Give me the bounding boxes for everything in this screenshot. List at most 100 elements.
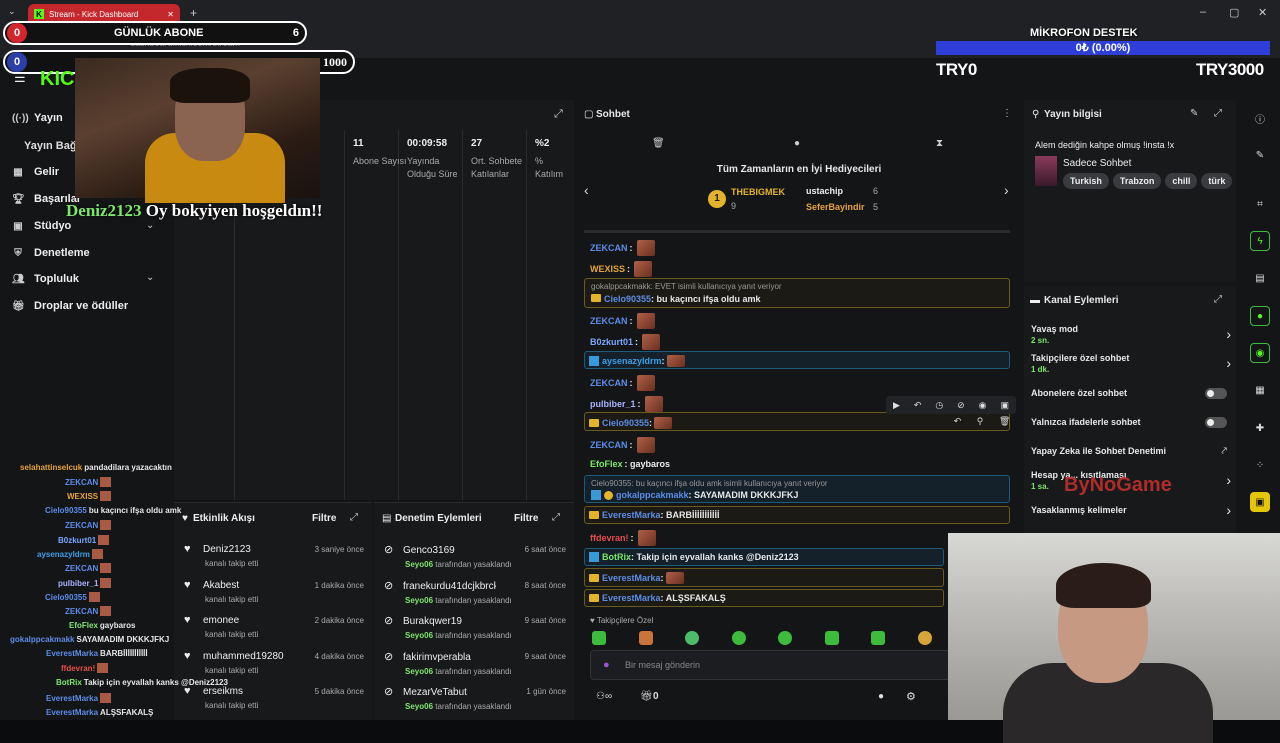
tag-chip[interactable]: Trabzon [1112,173,1162,189]
chat-message-highlight[interactable]: aysenazyldrm: [584,351,1010,369]
emote-icon[interactable] [871,631,886,645]
sidebar-item-yayin[interactable]: ((·)) Yayın [12,112,63,124]
chat-more-icon[interactable]: ⋮ [1002,108,1012,119]
sidebar-item-studyo[interactable]: ▣ Stüdyo [12,220,71,232]
emote-icon[interactable] [638,631,653,645]
sidebar-item-yayin-bag[interactable]: Yayın Bağ [24,140,77,152]
chat-message[interactable]: WEXISS: [590,261,653,277]
chat-message[interactable]: pulbiber_1: [590,396,663,412]
notes-icon[interactable]: ▤ [1250,268,1270,288]
gift-icon[interactable]: 🎁︎ [640,691,653,702]
undo-icon[interactable]: ↶ [914,400,922,411]
activity-row: ♥ Deniz2123 kanalı takip etti 3 saniye önce [184,543,364,568]
delete-icon[interactable]: 🗑︎ [999,416,1010,427]
trash-icon[interactable]: 🗑︎ [652,138,665,149]
chat-settings-bubble-icon[interactable]: ● [878,691,884,702]
info-icon[interactable]: ⓘ [1250,108,1270,128]
chat-message-highlight[interactable]: EverestMarka: ALŞSFAKALŞ [584,589,944,607]
chat-input[interactable]: ● Bir mesaj gönderin [590,650,950,680]
ban-user-icon[interactable]: ⊘ [957,400,965,411]
vip-icon[interactable]: ◉ [979,400,987,411]
slow-mode-row[interactable]: Yavaş mod 2 sn. › [1031,324,1231,345]
banned-words-row[interactable]: Yasaklanmış kelimeler › [1031,502,1231,518]
mic-icon[interactable]: ● [603,659,610,671]
chat-message[interactable]: ZEKCAN: [590,437,655,453]
pin-icon[interactable]: ⚲ [977,416,984,427]
tab-list-icon[interactable]: ⌄ [8,6,16,17]
broadcast-toggle-icon[interactable]: ◉ [1250,343,1270,363]
sidebar-item-topluluk[interactable]: 👥︎ Topluluk [12,273,79,285]
category-thumbnail[interactable] [1035,156,1057,186]
settings-icon[interactable]: ⚙ [906,690,916,703]
lightning-icon[interactable]: ϟ [1250,231,1270,251]
overlay-chat-line: aysenazyldrm [37,549,103,559]
emote-icon[interactable] [917,631,932,645]
sidebar-item-denetleme[interactable]: ⛨ Denetleme [12,247,89,259]
chat-toggle-icon[interactable]: ● [1250,306,1270,326]
menu-icon[interactable]: ☰ [14,70,26,86]
vip-badge-icon [589,552,599,562]
community-chevron-icon[interactable]: ⌄ [146,272,154,283]
followers-only-row[interactable]: Takipçilere özel sohbet 1 dk. › [1031,353,1231,374]
close-window-icon[interactable]: ✕ [1258,6,1267,19]
chat-message[interactable]: EfoFlex: gaybaros [590,459,670,469]
tag-chip[interactable]: türk [1201,173,1233,189]
maximize-icon[interactable]: ▢ [1229,6,1239,19]
activity-filter[interactable]: Filtre [312,513,336,524]
emote-only-toggle[interactable] [1205,417,1227,428]
sidebar-item-gelir[interactable]: ▦ Gelir [12,166,59,178]
stream-category[interactable]: Sadece Sohbet [1063,158,1131,169]
activity-popout-icon[interactable]: ⤢ [350,512,358,523]
viewers-icon[interactable]: ⚇∞ [596,691,612,702]
studio-chevron-icon[interactable]: ⌄ [146,220,154,231]
chat-message[interactable]: B0zkurt01: [590,334,661,350]
emote-icon[interactable] [731,631,746,645]
emote-only-row[interactable]: Yalnızca ifadelerle sohbet [1031,417,1231,428]
channel-actions-popout-icon[interactable]: ⤢ [1214,294,1222,305]
chat-message[interactable]: ZEKCAN: [590,240,655,256]
mod-icon[interactable]: ▣ [1000,400,1009,411]
emote-icon[interactable] [685,631,700,645]
subs-only-row[interactable]: Abonelere özel sohbet [1031,388,1231,399]
layout-icon[interactable]: ▦ [1250,380,1270,400]
emote-icon[interactable] [824,631,839,645]
timeout-icon[interactable]: ◷ [935,400,943,411]
tag-chip[interactable]: Turkish [1063,173,1109,189]
moderation-row: ⊘ Burakqwer19 Seyo06 tarafından yasaklandı… [384,615,566,640]
play-icon[interactable]: ▶ [893,400,900,411]
minimize-icon[interactable]: – [1200,6,1206,18]
moderation-filter[interactable]: Filtre [514,513,538,524]
chat-message-highlight[interactable]: EverestMarka: [584,568,944,587]
edit-icon[interactable]: ✎ [1190,108,1198,119]
ai-moderation-row[interactable]: Yapay Zeka ile Sohbet Denetimi ⤤ [1031,446,1231,457]
popout-icon[interactable]: ⤢ [554,108,563,121]
subscriber-badge-icon [589,594,599,602]
kick-logo[interactable]: KIC [40,68,74,91]
chat-message-highlight[interactable]: EverestMarka: BARBİİİİİİİİİİİ [584,506,1010,524]
pencil-icon[interactable]: ✎ [1250,145,1270,165]
chat-bot-message[interactable]: BotRix: Takip için eyvallah kanks @Deniz… [584,548,944,566]
subs-only-toggle[interactable] [1205,388,1227,399]
chat-message[interactable]: ffdevran!: [590,530,656,546]
tools-icon[interactable]: ✚ [1250,418,1270,438]
chat-reply-message[interactable]: gokalppcakmakk: EVET isimli kullanıcıya … [584,278,1010,308]
hourglass-icon[interactable]: ⧗ [936,138,943,149]
chat-bubble-icon[interactable]: ● [794,138,800,149]
chat-reply-message[interactable]: Cielo90355: bu kaçıncı ifşa oldu amk isi… [584,475,1010,503]
chat-message[interactable]: ZEKCAN: [590,375,655,391]
focus-icon[interactable]: ⌗ [1250,194,1270,214]
emote-icon[interactable] [592,631,606,645]
stream-info-popout-icon[interactable]: ⤢ [1214,108,1222,119]
gifters-prev-icon[interactable]: ‹ [584,182,589,198]
clapper-icon[interactable]: ▣ [1250,492,1270,512]
tag-chip[interactable]: chill [1165,173,1198,189]
close-tab-icon[interactable]: ✕ [167,10,174,19]
new-tab-icon[interactable]: + [190,6,197,20]
moderation-popout-icon[interactable]: ⤢ [552,512,560,523]
reply-icon[interactable]: ↶ [954,416,962,427]
gifters-next-icon[interactable]: › [1004,182,1009,198]
sidebar-item-droplar[interactable]: 🎁︎ Droplar ve ödüller [12,300,128,312]
activity-dots-icon[interactable]: ⁘ [1250,455,1270,475]
emote-icon[interactable] [778,631,793,645]
chat-message[interactable]: ZEKCAN: [590,313,655,329]
